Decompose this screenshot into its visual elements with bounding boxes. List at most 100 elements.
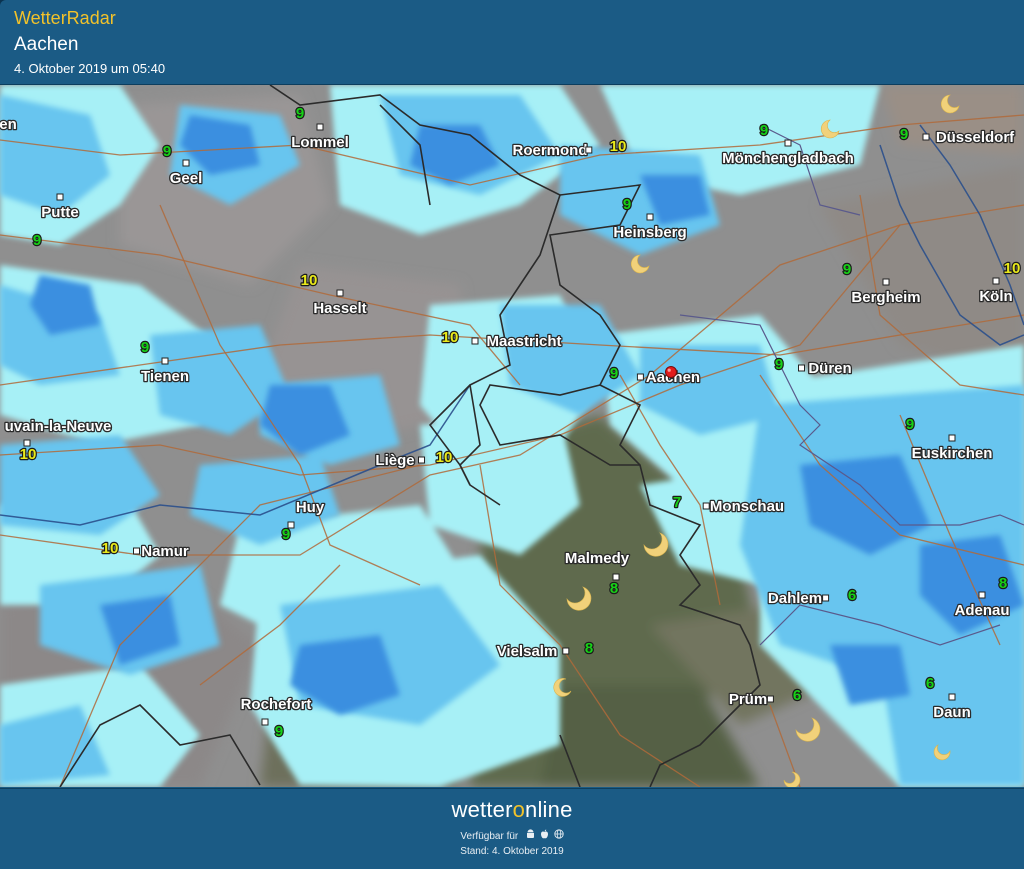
temperature-label: 10	[20, 446, 37, 463]
city-label-d-sseldorf[interactable]: Düsseldorf	[935, 128, 1017, 148]
city-label-rochefort[interactable]: Rochefort	[239, 695, 312, 715]
city-name: Namur	[141, 543, 189, 560]
city-label-dahlem[interactable]: Dahlem	[767, 589, 824, 609]
city-label-bergheim[interactable]: Bergheim	[850, 288, 922, 308]
city-name: Düsseldorf	[936, 129, 1015, 146]
temperature-label: 9	[760, 122, 768, 139]
city-name: Rochefort	[241, 696, 312, 713]
city-name: Malmedy	[565, 550, 630, 567]
city-name: Daun	[933, 704, 971, 721]
temperature-label: 10	[1004, 260, 1021, 277]
city-name: Euskirchen	[912, 445, 993, 462]
city-dot	[182, 159, 190, 167]
city-label-putte[interactable]: Putte	[40, 203, 80, 223]
city-dot	[702, 502, 710, 510]
city-name: Hasselt	[313, 300, 366, 317]
brand-logo[interactable]: wetteronline	[0, 797, 1024, 823]
city-dot	[418, 456, 425, 464]
city-name: Liège	[375, 452, 414, 469]
city-dot	[784, 139, 792, 147]
city-name: Köln	[979, 288, 1012, 305]
city-name: Vielsalm	[497, 643, 558, 660]
city-label-heinsberg[interactable]: Heinsberg	[612, 223, 688, 243]
city-label-d-ren[interactable]: Düren	[807, 359, 853, 379]
city-name: Düren	[808, 360, 851, 377]
city-name: Dahlem	[768, 590, 822, 607]
temperature-label: 8	[610, 580, 618, 597]
city-label-vielsalm[interactable]: Vielsalm	[495, 642, 558, 662]
city-label-malmedy[interactable]: Malmedy	[564, 549, 631, 569]
city-label-geel[interactable]: Geel	[168, 169, 203, 189]
temperature-label: 9	[610, 365, 618, 382]
available-label: Verfügbar für	[460, 831, 519, 842]
android-icon[interactable]	[526, 829, 535, 842]
brand-o: o	[512, 797, 526, 822]
city-name: Geel	[170, 170, 203, 187]
city-name: Monschau	[710, 498, 784, 515]
city-dot	[948, 693, 956, 701]
city-label-huy[interactable]: Huy	[295, 498, 327, 518]
brand-suffix: nline	[525, 797, 573, 822]
city-label-namur[interactable]: Namur	[140, 542, 190, 562]
city-name: Putte	[41, 204, 79, 221]
temperature-label: 10	[301, 272, 318, 289]
web-icon[interactable]	[553, 829, 564, 842]
city-dot	[316, 123, 324, 131]
city-label-en[interactable]: en	[0, 115, 18, 135]
location-name: Aachen	[14, 34, 79, 55]
city-label-adenau[interactable]: Adenau	[953, 601, 1011, 621]
temperature-label: 10	[436, 449, 453, 466]
temperature-label: 10	[442, 329, 459, 346]
temperature-label: 10	[102, 540, 119, 557]
city-label-hasselt[interactable]: Hasselt	[312, 299, 368, 319]
city-name: Huy	[296, 499, 325, 516]
city-dot	[992, 277, 1000, 285]
city-dot	[585, 146, 593, 154]
temperature-label: 6	[926, 675, 934, 692]
temperature-label: 9	[900, 126, 908, 143]
city-name: Roermond	[513, 142, 588, 159]
city-dot	[133, 547, 140, 555]
city-label-roermond[interactable]: Roermond	[511, 141, 589, 161]
city-dot	[562, 647, 570, 655]
radar-timestamp: 4. Oktober 2019 um 05:40	[14, 61, 166, 76]
city-dot	[798, 364, 805, 372]
city-dot	[978, 591, 986, 599]
location-pin-icon[interactable]	[665, 366, 677, 378]
city-label-m-nchengladbach[interactable]: Mönchengladbach	[721, 149, 855, 169]
app-title: WetterRadar	[14, 8, 116, 28]
platform-icons	[524, 829, 564, 842]
temperature-label: 9	[141, 339, 149, 356]
city-label-pr-m[interactable]: Prüm	[728, 690, 769, 710]
data-stand: Stand: 4. Oktober 2019	[460, 846, 564, 857]
city-dot	[636, 373, 644, 381]
temperature-label: 10	[610, 138, 627, 155]
city-name: Mönchengladbach	[722, 150, 854, 167]
header: WetterRadar Aachen 4. Oktober 2019 um 05…	[0, 0, 1024, 85]
city-label-li-ge[interactable]: Liège	[374, 451, 416, 471]
city-dot	[882, 278, 890, 286]
city-label-uvain-la-neuve[interactable]: uvain-la-Neuve	[3, 417, 112, 437]
city-label-monschau[interactable]: Monschau	[709, 497, 786, 517]
temperature-label: 9	[906, 416, 914, 433]
city-label-maastricht[interactable]: Maastricht	[485, 332, 563, 352]
city-label-lommel[interactable]: Lommel	[290, 133, 350, 153]
temperature-label: 9	[623, 196, 631, 213]
city-label-tienen[interactable]: Tienen	[140, 367, 191, 387]
city-dot	[646, 213, 654, 221]
city-label-euskirchen[interactable]: Euskirchen	[910, 444, 993, 464]
radar-map-canvas: Lommel Roermond Mönchengladbach Düsseldorf G…	[0, 85, 1024, 787]
city-label-daun[interactable]: Daun	[932, 703, 972, 723]
city-name: Prüm	[729, 691, 767, 708]
city-label-k-ln[interactable]: Köln	[978, 287, 1014, 307]
city-name: Bergheim	[851, 289, 920, 306]
temperature-label: 9	[282, 526, 290, 543]
temperature-label: 8	[999, 575, 1007, 592]
frame-corner	[0, 0, 14, 14]
city-dot	[922, 133, 930, 141]
radar-map[interactable]: Lommel Roermond Mönchengladbach Düsseldorf G…	[0, 85, 1024, 787]
city-dot	[336, 289, 344, 297]
temperature-label: 6	[793, 687, 801, 704]
city-dot	[161, 357, 169, 365]
apple-icon[interactable]	[540, 829, 549, 842]
